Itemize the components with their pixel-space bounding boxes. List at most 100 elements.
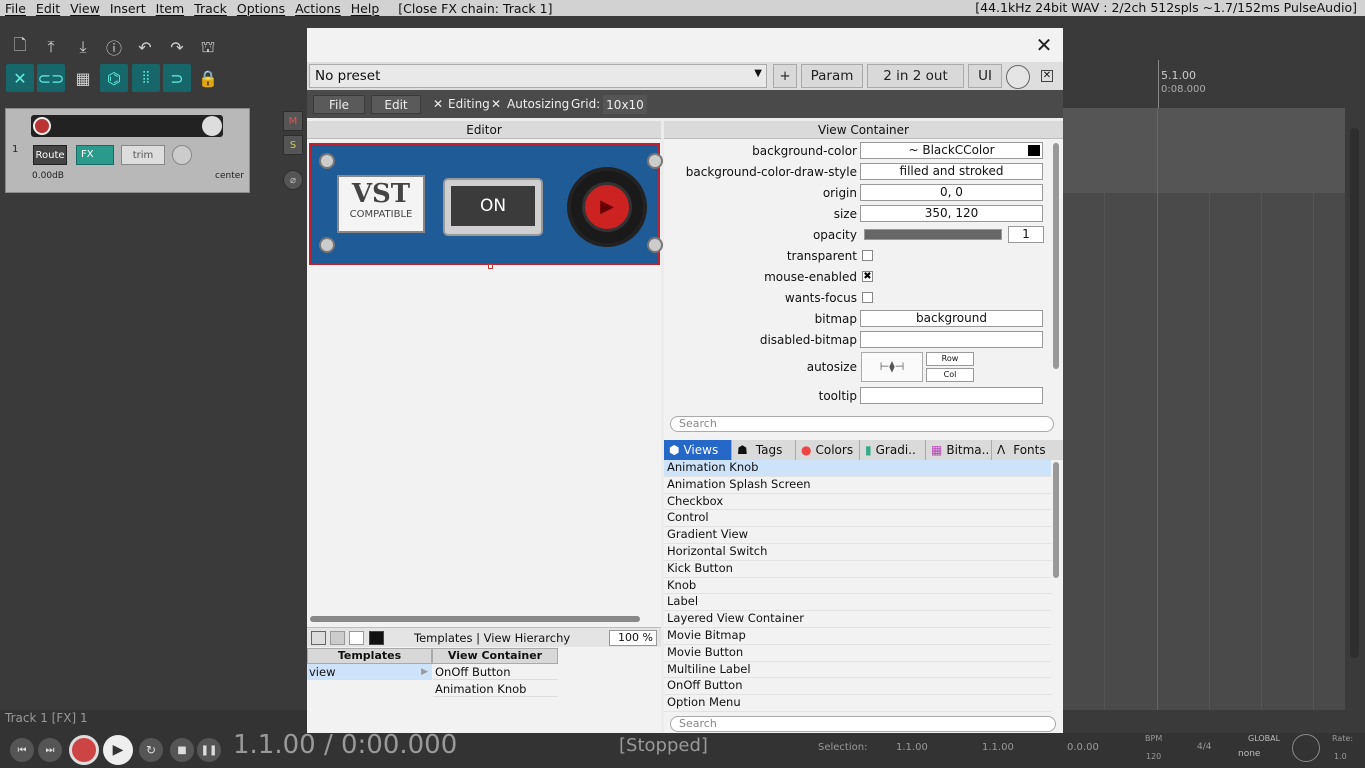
view-list-item[interactable]: Movie Bitmap xyxy=(664,628,1051,645)
route-button[interactable]: Route xyxy=(33,145,67,165)
crossfade-icon[interactable]: ⦙⦙ xyxy=(132,64,160,92)
templates-column-header[interactable]: Templates xyxy=(307,648,432,664)
selection-start[interactable]: 1.1.00 xyxy=(896,742,928,753)
view-list-item[interactable]: Option Menu xyxy=(664,695,1051,712)
plugin-canvas[interactable]: VST COMPATIBLE ON ▶ xyxy=(309,143,663,265)
timeline-ruler[interactable]: 5.1.00 0:08.000 xyxy=(1063,60,1345,108)
metronome-icon[interactable]: ⛫ xyxy=(195,34,221,60)
track-header[interactable]: 1 Route FX trim 0.00dB center xyxy=(5,108,250,193)
property-value[interactable]: 0, 0 xyxy=(860,184,1043,201)
template-row-view[interactable]: view ▶ xyxy=(307,664,432,680)
animation-knob[interactable]: ▶ xyxy=(567,167,647,247)
autosize-icon[interactable]: ⊢⧫⊣ xyxy=(861,352,923,382)
pan-knob[interactable] xyxy=(172,145,192,165)
automation-mode[interactable]: none xyxy=(1238,749,1260,759)
io-button[interactable]: 2 in 2 out xyxy=(867,64,964,88)
arrange-scrollbar[interactable] xyxy=(1345,108,1365,710)
record-arm-button[interactable] xyxy=(33,117,51,135)
tab-colors[interactable]: ● Colors xyxy=(796,440,860,460)
tab-tags[interactable]: ☗ Tags xyxy=(732,440,796,460)
view-list-item[interactable]: Animation Splash Screen xyxy=(664,477,1051,494)
grid-icon[interactable]: ▦ xyxy=(70,65,96,91)
go-start-icon[interactable]: ⏮ xyxy=(10,738,34,762)
hierarchy-item[interactable]: Animation Knob xyxy=(433,681,558,697)
solo-button[interactable]: S xyxy=(283,135,303,155)
menu-item[interactable]: Item xyxy=(151,1,189,16)
trim-button[interactable]: trim xyxy=(121,145,165,165)
property-value[interactable]: filled and stroked xyxy=(860,163,1043,180)
property-checkbox[interactable] xyxy=(862,250,873,261)
rate-value[interactable]: 1.0 xyxy=(1334,752,1347,761)
file-menu-button[interactable]: File xyxy=(313,95,365,114)
edit-menu-button[interactable]: Edit xyxy=(371,95,421,114)
menu-insert[interactable]: Insert xyxy=(105,1,151,16)
tab-gradients[interactable]: ▮ Gradi.. xyxy=(860,440,926,460)
link-icon[interactable]: ⊂⊃ xyxy=(37,64,65,92)
view-list-item[interactable]: Gradient View xyxy=(664,527,1051,544)
open-project-icon[interactable]: ⤒ xyxy=(38,34,64,60)
tab-bitmaps[interactable]: ▦ Bitma.. xyxy=(926,440,992,460)
view-mode-icon[interactable] xyxy=(349,631,364,645)
playrate-knob[interactable] xyxy=(1292,734,1320,762)
view-list-item[interactable]: Animation Knob xyxy=(664,460,1051,477)
view-list-item[interactable]: Checkbox xyxy=(664,494,1051,511)
menu-edit[interactable]: Edit xyxy=(31,1,65,16)
editor-scrollbar[interactable] xyxy=(310,616,640,622)
preset-dropdown[interactable]: No preset ▼ xyxy=(309,64,767,88)
redo-icon[interactable]: ↷ xyxy=(164,34,190,60)
fx-button[interactable]: FX xyxy=(76,145,114,165)
time-signature[interactable]: 4/4 xyxy=(1197,742,1211,752)
autosizing-label[interactable]: Autosizing xyxy=(507,97,569,111)
mute-button[interactable]: M xyxy=(283,111,303,131)
record-button[interactable] xyxy=(69,735,99,765)
view-mode-icon[interactable] xyxy=(369,631,384,645)
zoom-field[interactable]: 100 % xyxy=(609,630,657,646)
grid-size-field[interactable]: 10x10 xyxy=(603,95,647,114)
viewcontainer-column-header[interactable]: View Container xyxy=(432,648,558,664)
view-list-item[interactable]: Layered View Container xyxy=(664,611,1051,628)
editing-check-icon[interactable]: ✕ xyxy=(433,97,443,111)
property-checkbox[interactable]: ✖ xyxy=(862,271,873,282)
new-project-icon[interactable]: 🗋 xyxy=(7,34,33,60)
play-button[interactable]: ▶ xyxy=(103,735,133,765)
view-list-item[interactable]: Knob xyxy=(664,578,1051,595)
tab-fonts[interactable]: Λ Fonts xyxy=(992,440,1063,460)
view-list-item[interactable]: OnOff Button xyxy=(664,678,1051,696)
view-list-item[interactable]: Multiline Label xyxy=(664,662,1051,679)
loop-icon[interactable]: ⊃ xyxy=(163,64,191,92)
property-value[interactable] xyxy=(860,387,1043,404)
property-value[interactable]: ~ BlackCColor xyxy=(860,142,1043,159)
autosizing-check-icon[interactable]: ✕ xyxy=(491,97,501,111)
menu-actions[interactable]: Actions xyxy=(290,1,346,16)
add-preset-button[interactable]: + xyxy=(773,64,797,88)
view-mode-icon[interactable] xyxy=(330,631,345,645)
property-value[interactable]: 350, 120 xyxy=(860,205,1043,222)
property-value[interactable]: background xyxy=(860,310,1043,327)
autosize-row-button[interactable]: Row xyxy=(926,352,974,366)
menu-file[interactable]: File xyxy=(0,1,31,16)
snap-icon[interactable]: ⌬ xyxy=(100,64,128,92)
stop-icon[interactable]: ■ xyxy=(170,738,194,762)
bpm-value[interactable]: 120 xyxy=(1146,752,1161,761)
menu-help[interactable]: Help xyxy=(346,1,385,16)
pause-icon[interactable]: ❚❚ xyxy=(197,738,221,762)
ripple-icon[interactable]: ✕ xyxy=(6,64,34,92)
view-list-item[interactable]: Kick Button xyxy=(664,561,1051,578)
menu-options[interactable]: Options xyxy=(232,1,290,16)
resize-handle[interactable] xyxy=(488,264,493,269)
bypass-checkbox[interactable]: ✕ xyxy=(1041,70,1053,82)
volume-knob[interactable] xyxy=(202,116,222,136)
time-display[interactable]: 1.1.00 / 0:00.000 xyxy=(233,730,457,760)
view-list-item[interactable]: Horizontal Switch xyxy=(664,544,1051,561)
track-name-field[interactable] xyxy=(31,115,223,137)
project-info-icon[interactable]: ⓘ xyxy=(101,34,127,60)
selection-end[interactable]: 1.1.00 xyxy=(982,742,1014,753)
inspector-search[interactable]: Search xyxy=(670,416,1054,432)
onoff-button[interactable]: ON xyxy=(451,186,535,226)
selection-length[interactable]: 0.0.00 xyxy=(1067,742,1099,753)
views-search[interactable]: Search xyxy=(670,716,1056,732)
opacity-slider[interactable] xyxy=(864,229,1002,240)
menu-view[interactable]: View xyxy=(65,1,105,16)
go-end-icon[interactable]: ⏭ xyxy=(38,738,62,762)
autosize-col-button[interactable]: Col xyxy=(926,368,974,382)
